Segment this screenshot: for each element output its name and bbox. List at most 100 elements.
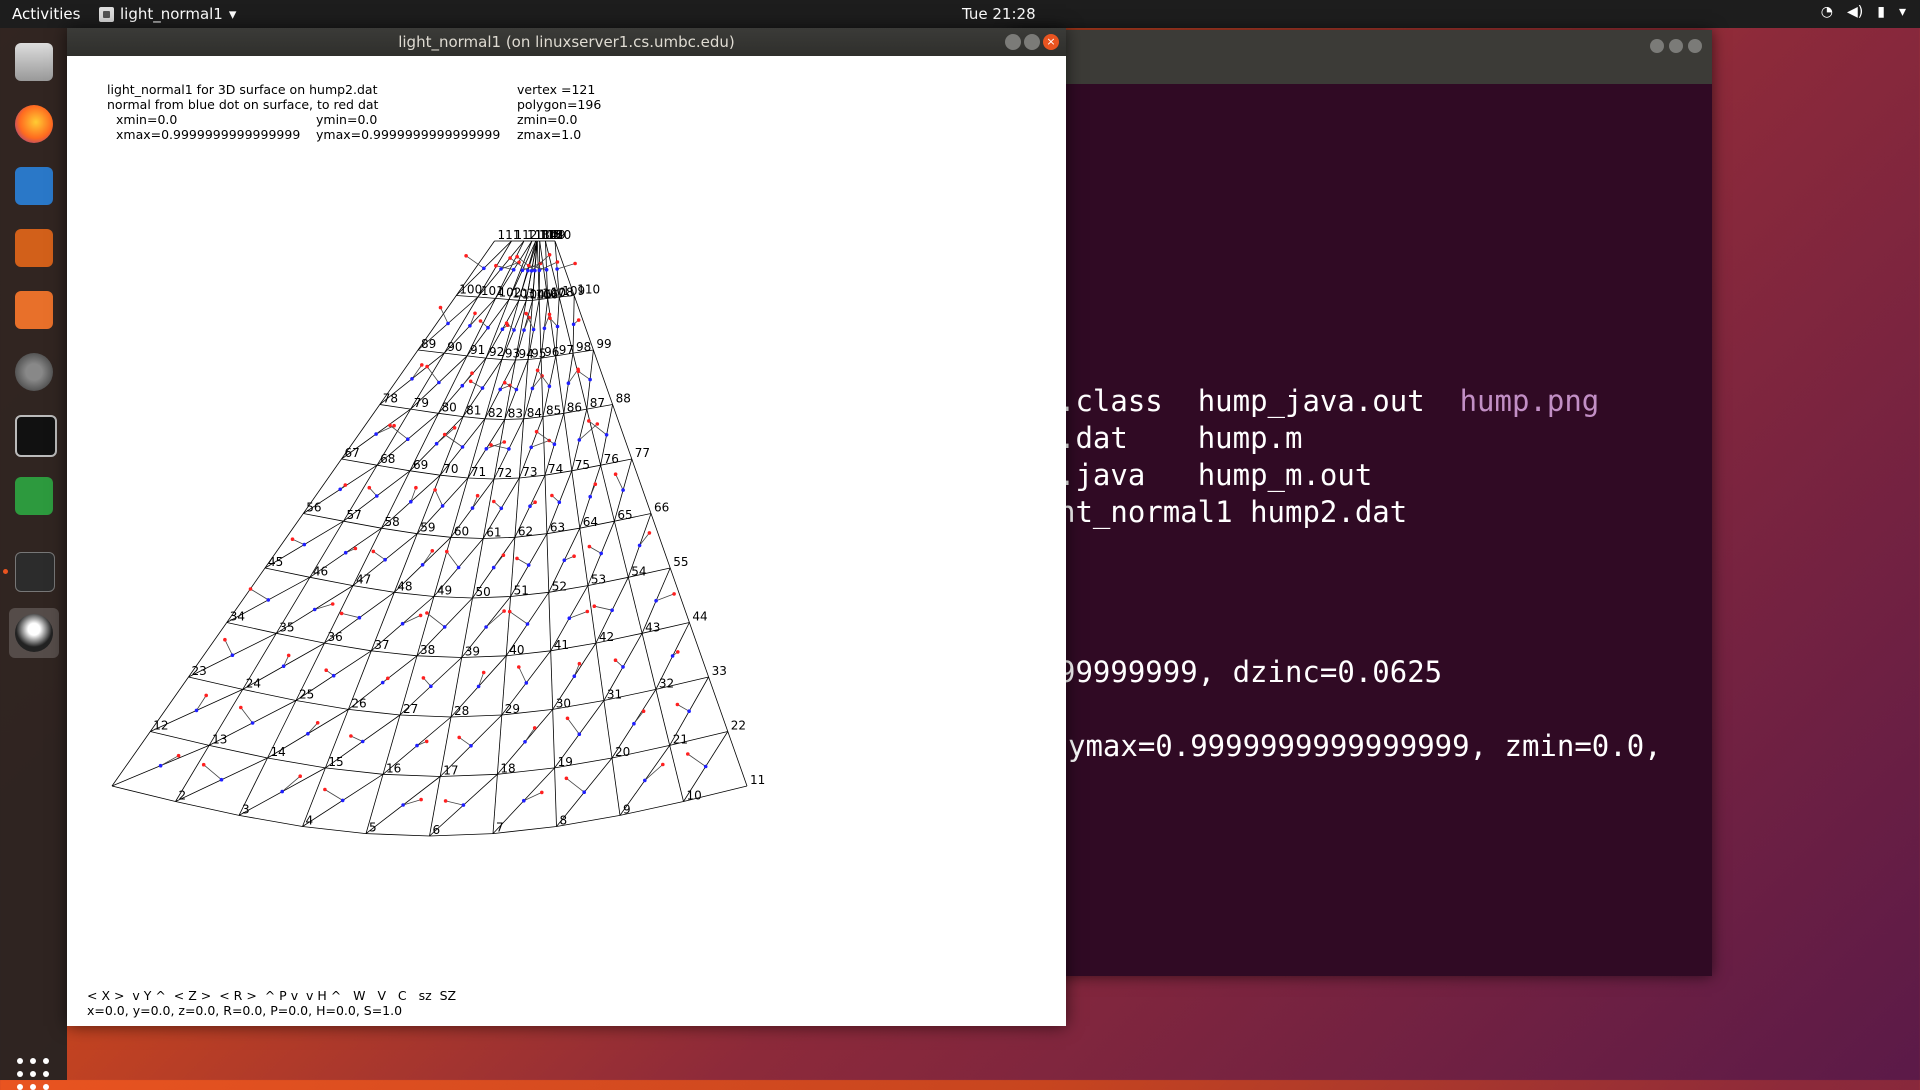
mesh-edge bbox=[547, 534, 549, 593]
vertex-label: 43 bbox=[645, 620, 660, 634]
normal-start-dot bbox=[538, 269, 542, 273]
terminal-line: 99999999, dzinc=0.0625 bbox=[1058, 655, 1442, 689]
dock-java-app[interactable] bbox=[9, 608, 59, 658]
dock-files[interactable] bbox=[9, 37, 59, 87]
normal-end-dot bbox=[573, 262, 577, 266]
vertex-label: 4 bbox=[306, 814, 314, 828]
normal-start-dot bbox=[471, 506, 475, 510]
normal-end-dot bbox=[324, 668, 328, 672]
dock-terminal[interactable] bbox=[9, 546, 59, 596]
normal-start-dot bbox=[358, 616, 362, 620]
light-normal-window[interactable]: light_normal1 (on linuxserver1.cs.umbc.e… bbox=[67, 28, 1066, 1026]
vertex-label: 14 bbox=[271, 745, 286, 759]
normal-end-dot bbox=[515, 255, 519, 259]
drawing-canvas[interactable]: light_normal1 for 3D surface on hump2.da… bbox=[67, 56, 1066, 1026]
normal-start-dot bbox=[526, 269, 530, 273]
vertex-label: 26 bbox=[351, 696, 366, 710]
normal-vector bbox=[524, 792, 542, 800]
normal-end-dot bbox=[431, 549, 435, 553]
show-applications-icon[interactable] bbox=[17, 1058, 49, 1090]
activities-button[interactable]: Activities bbox=[12, 5, 80, 23]
normal-start-dot bbox=[522, 799, 526, 803]
normal-end-dot bbox=[614, 658, 618, 662]
impress-icon bbox=[15, 229, 53, 267]
mesh-edge bbox=[651, 514, 670, 569]
normal-end-dot bbox=[298, 774, 302, 778]
terminal-window[interactable]: .class hump_java.out hump.png .dat hump.… bbox=[1010, 30, 1712, 976]
surface-plot: 2345678910111213141516171819202122232425… bbox=[67, 56, 1066, 1026]
vertex-label: 92 bbox=[489, 345, 504, 359]
normal-start-dot bbox=[529, 446, 533, 450]
normal-vector bbox=[161, 756, 179, 766]
normal-end-dot bbox=[492, 500, 496, 504]
normal-end-dot bbox=[556, 260, 560, 264]
normal-vector bbox=[645, 765, 663, 781]
normal-start-dot bbox=[375, 494, 379, 498]
normal-vector bbox=[403, 615, 421, 623]
system-status-menu[interactable]: ◔ ◀) ▮ ▾ bbox=[1821, 4, 1906, 20]
vertex-label: 66 bbox=[654, 501, 669, 515]
maximize-icon[interactable] bbox=[1024, 34, 1040, 50]
vertex-label: 91 bbox=[470, 343, 485, 357]
mesh-edge bbox=[276, 633, 324, 643]
normal-end-dot bbox=[676, 703, 680, 707]
vertex-label: 20 bbox=[615, 745, 630, 759]
normal-start-dot bbox=[409, 500, 413, 504]
normal-start-dot bbox=[457, 566, 461, 570]
dock bbox=[0, 28, 67, 1080]
minimize-icon[interactable] bbox=[1005, 34, 1021, 50]
normal-vector bbox=[525, 728, 535, 742]
vertex-label: 16 bbox=[386, 761, 401, 775]
vertex-label: 8 bbox=[560, 814, 568, 828]
normal-end-dot bbox=[316, 721, 320, 725]
normal-end-dot bbox=[340, 612, 344, 616]
normal-vector bbox=[494, 555, 504, 567]
normal-end-dot bbox=[502, 609, 506, 613]
normal-start-dot bbox=[654, 599, 658, 603]
dock-software-center[interactable] bbox=[9, 285, 59, 335]
vertex-label: 3 bbox=[242, 802, 250, 816]
normal-end-dot bbox=[533, 726, 537, 730]
normal-end-dot bbox=[464, 254, 468, 258]
normal-vector bbox=[479, 673, 484, 687]
normal-vector bbox=[315, 604, 333, 610]
app-menu[interactable]: light_normal1 ▾ bbox=[99, 5, 236, 23]
vertex-label: 90 bbox=[447, 340, 462, 354]
dock-firefox[interactable] bbox=[9, 99, 59, 149]
normal-vector bbox=[517, 558, 529, 565]
normal-start-dot bbox=[421, 563, 425, 567]
normal-start-dot bbox=[383, 558, 387, 562]
normal-vector bbox=[486, 611, 504, 627]
vertex-label: 41 bbox=[554, 638, 569, 652]
normal-end-dot bbox=[540, 791, 544, 795]
normal-vector bbox=[225, 640, 233, 656]
window-titlebar[interactable]: light_normal1 (on linuxserver1.cs.umbc.e… bbox=[67, 28, 1066, 56]
normal-vector bbox=[557, 264, 575, 270]
vertex-label: 69 bbox=[413, 458, 428, 472]
vertex-label: 27 bbox=[403, 702, 418, 716]
vertex-label: 24 bbox=[246, 676, 261, 690]
normal-vector bbox=[640, 533, 650, 546]
close-icon[interactable]: × bbox=[1043, 34, 1059, 50]
vertex-label: 9 bbox=[623, 802, 631, 816]
dock-calc[interactable] bbox=[9, 471, 59, 521]
normal-end-dot bbox=[439, 306, 443, 310]
normal-start-dot bbox=[704, 765, 708, 769]
normal-end-dot bbox=[536, 369, 540, 373]
normal-start-dot bbox=[543, 327, 547, 331]
normal-start-dot bbox=[443, 625, 447, 629]
vertex-label: 52 bbox=[552, 579, 567, 593]
normal-start-dot bbox=[401, 803, 405, 807]
vertex-label: 44 bbox=[692, 610, 707, 624]
normal-start-dot bbox=[410, 377, 414, 381]
clock[interactable]: Tue 21:28 bbox=[962, 5, 1036, 23]
normal-end-dot bbox=[202, 763, 206, 767]
normal-vector bbox=[677, 705, 689, 712]
dock-impress[interactable] bbox=[9, 223, 59, 273]
normal-end-dot bbox=[548, 316, 552, 320]
mesh-edge bbox=[553, 709, 555, 768]
controls-legend[interactable]: < X > v Y ^ < Z > < R > ^ P v v H ^ W V … bbox=[87, 988, 456, 1003]
dock-writer[interactable] bbox=[9, 161, 59, 211]
dock-xterm[interactable] bbox=[9, 409, 59, 459]
dock-settings[interactable] bbox=[9, 347, 59, 397]
